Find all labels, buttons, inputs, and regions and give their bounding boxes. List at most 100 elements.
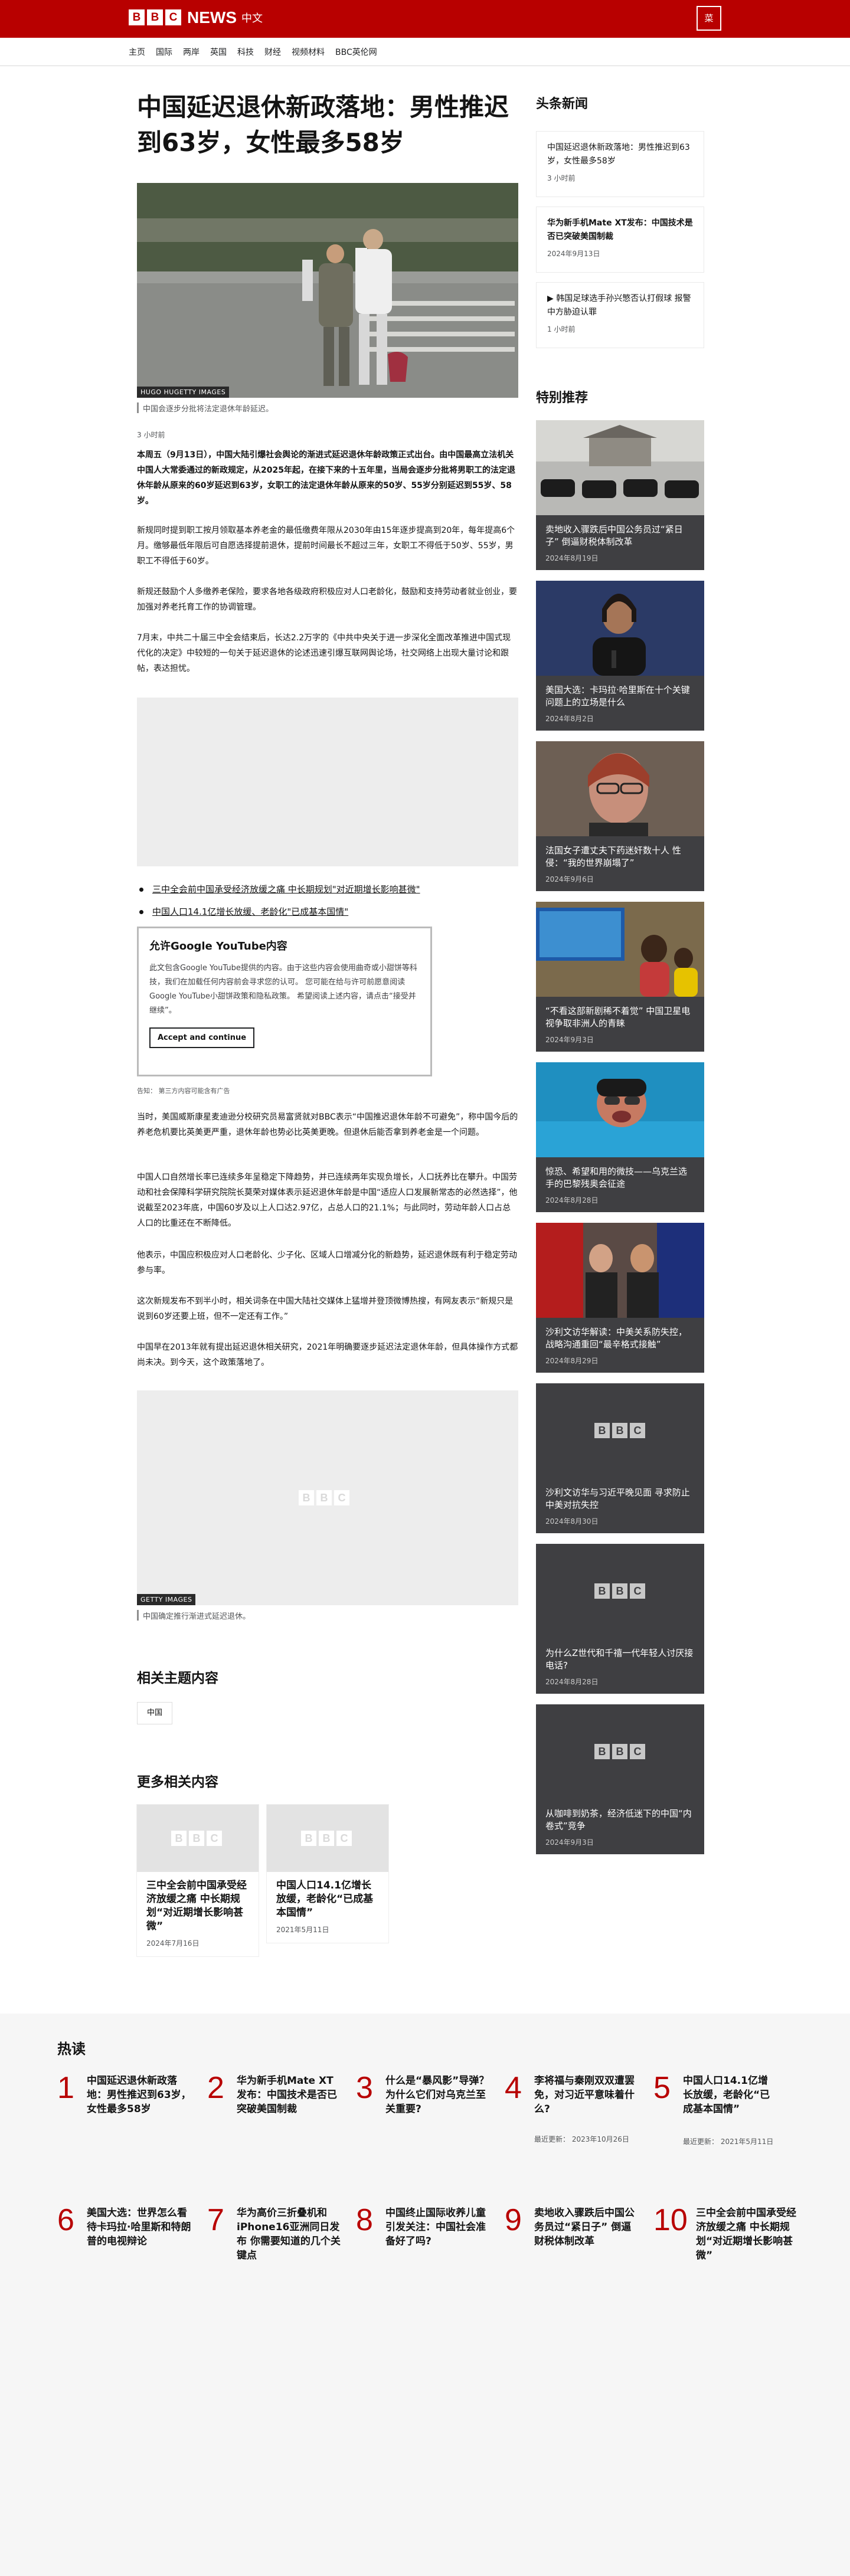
youtube-consent-title: 允许Google YouTube内容 [149,940,287,953]
article-paragraph: 这次新规发布不到半小时，相关词条在中国大陆社交媒体上猛增并登顶微博热搜，有网友表… [137,1297,514,1321]
rank-number: 8 [356,2203,373,2237]
nav-item-business[interactable]: 财经 [264,46,281,58]
feature-image [536,902,704,997]
feature-image [536,1062,704,1157]
most-read-title-text: 中国终止国际收养儿童引发关注：中国社会准备好了吗? [385,2207,486,2247]
article-paragraph: 中国人口自然增长率已连续多年呈稳定下降趋势，并已连续两年实现负增长，人口抚养比在… [137,1173,518,1228]
image-credit: HUGO HUGETTY IMAGES [137,387,230,398]
features-title: 特别推荐 [536,391,589,405]
feature-title: 沙利文访华与习近平晚见面 寻求防止中美对抗失控 [545,1487,690,1510]
bbc-news-logo[interactable]: B B C NEWS 中文 [129,9,263,26]
feature-date: 2024年9月6日 [545,875,594,883]
feature-image [536,741,704,836]
feature-image [536,420,704,515]
feature-title: “不看这部新剧稀不着觉” 中国卫星电视争取非洲人的青睐 [545,1006,691,1029]
feature-image: BBC [536,1704,704,1799]
feature-card[interactable]: 美国大选：卡玛拉·哈里斯在十个关键问题上的立场是什么 2024年8月2日 [536,581,704,731]
story-title: 华为新手机Mate XT发布：中国技术是否已突破美国制裁 [547,218,693,241]
article-image-2: BBC GETTY IMAGES [137,1390,518,1605]
card-date: 2024年7月16日 [146,1939,200,1947]
logo-letter: B [147,9,163,25]
rank-number: 2 [207,2071,224,2105]
article-paragraph: 7月末，中共二十届三中全会结束后，长达2.2万字的《中共中央关于进一步深化全面改… [137,633,511,673]
article-column: 中国延迟退休新政落地：男性推迟到63岁，女性最多58岁 HUGO HUGETTY… [137,66,518,2014]
feature-image: BBC [536,1383,704,1478]
feature-title: 卖地收入骤跌后中国公务员过“紧日子” 倒逼财税体制改革 [545,524,683,547]
logo-letter: B [129,9,145,25]
topic-tag[interactable]: 中国 [137,1702,173,1724]
article-headline: 中国延迟退休新政落地：男性推迟到63岁，女性最多58岁 [137,93,509,157]
article-paragraph: 中国早在2013年就有提出延迟退休相关研究，2021年明确要逐步延迟法定退休年龄… [137,1343,518,1367]
more-related-card[interactable]: BBC 三中全会前中国承受经济放缓之痛 中长期规划“对近期增长影响甚微” 202… [137,1805,259,1956]
feature-card[interactable]: BBC 沙利文访华与习近平晚见面 寻求防止中美对抗失控 2024年8月30日 [536,1383,704,1533]
feature-card[interactable]: 惊恐、希望和用的微技——乌克兰选手的巴黎残奥会征途 2024年8月28日 [536,1062,704,1212]
nav-item-world[interactable]: 国际 [156,46,172,58]
feature-title: 从咖啡到奶茶，经济低迷下的中国“内卷式”竞争 [545,1808,692,1831]
feature-title: 惊恐、希望和用的微技——乌克兰选手的巴黎残奥会征途 [545,1166,688,1189]
rank-number: 3 [356,2071,373,2105]
nav-item-uk[interactable]: 英国 [210,46,227,58]
top-stories-title: 头条新闻 [536,97,589,112]
image-caption: 中国确定推行渐进式延迟退休。 [143,1612,251,1621]
nav-item-tech[interactable]: 科技 [237,46,254,58]
most-read-title-text: 中国延迟退休新政落地：男性推迟到63岁，女性最多58岁 [87,2075,191,2115]
hero-caption: 中国会逐步分批将法定退休年龄延迟。 [143,405,274,414]
rank-number: 1 [57,2071,74,2105]
most-read-title-text: 什么是“暴风影”导弹？为什么它们对乌克兰至关重要? [385,2075,489,2115]
edition-label: 中文 [241,12,263,25]
feature-date: 2024年9月3日 [545,1838,594,1847]
menu-button[interactable]: 菜 [697,6,721,31]
top-story-card[interactable]: 中国延迟退休新政落地：男性推迟到63岁，女性最多58岁 3 小时前 [536,131,704,197]
feature-card[interactable]: BBC 为什么Z世代和千禧一代年轻人讨厌接电话? 2024年8月28日 [536,1544,704,1694]
feature-date: 2024年8月30日 [545,1517,599,1526]
feature-card[interactable]: BBC 从咖啡到奶茶，经济低迷下的中国“内卷式”竞争 2024年9月3日 [536,1704,704,1854]
most-read-title-text: 卖地收入骤跌后中国公务员过“紧日子” 倒逼财税体制改革 [534,2207,635,2247]
top-bar: B B C NEWS 中文 菜 [0,0,850,38]
card-title: 三中全会前中国承受经济放缓之痛 中长期规划“对近期增长影响甚微” [146,1880,247,1932]
nav-item-cross-strait[interactable]: 两岸 [183,46,200,58]
bbc-placeholder-icon: BBC [594,1423,645,1438]
card-thumbnail: BBC [267,1805,388,1872]
story-title: ▶ 韩国足球选手孙兴慜否认打假球 报警中方胁迫认罪 [547,294,691,317]
most-read-title-text: 华为高价三折叠机和iPhone16亚洲同日发布 你需要知道的几个关键点 [237,2207,341,2261]
video-placeholder[interactable] [137,698,518,866]
feature-date: 2024年8月29日 [545,1357,599,1365]
article-paragraph: 当时，美国威斯康星麦迪逊分校研究员易富贤就对BBC表示“中国推迟退休年龄不可避免… [137,1112,518,1137]
feature-card[interactable]: 法国女子遭丈夫下药迷奸数十人 性侵：“我的世界崩塌了” 2024年9月6日 [536,741,704,891]
image-credit: GETTY IMAGES [137,1594,196,1605]
hero-image: HUGO HUGETTY IMAGES [137,183,518,398]
feature-date: 2024年8月2日 [545,715,594,723]
card-title: 中国人口14.1亿增长放缓，老龄化“已成基本国情” [276,1880,374,1919]
more-related-card[interactable]: BBC 中国人口14.1亿增长放缓，老龄化“已成基本国情” 2021年5月11日 [267,1805,388,1943]
most-read-title-text: 李将福与秦刚双双遭罢免，对习近平意味着什么? [534,2075,635,2115]
youtube-consent-box: 允许Google YouTube内容 此文包含Google YouTube提供的… [137,927,432,1076]
story-date: 1 小时前 [547,325,576,333]
caption-bar [137,402,139,413]
nav-item-bbc-uk[interactable]: BBC英伦网 [335,46,377,58]
youtube-consent-text: 此文包含Google YouTube提供的内容。由于这些内容会使用曲奇或小甜饼等… [149,964,417,1015]
top-story-card[interactable]: 华为新手机Mate XT发布：中国技术是否已突破美国制裁 2024年9月13日 [536,207,704,273]
published-time: 3 小时前 [137,431,165,439]
rank-number: 4 [505,2071,522,2105]
accept-and-continue-button[interactable]: Accept and continue [149,1027,255,1048]
main-nav: 主页 国际 两岸 英国 科技 财经 视频材料 BBC英伦网 [0,38,850,66]
rank-number: 10 [653,2203,688,2237]
feature-date: 2024年8月28日 [545,1196,599,1204]
nav-item-home[interactable]: 主页 [129,46,145,58]
related-link[interactable]: 中国人口14.1亿增长放缓、老龄化"已成基本国情" [139,905,348,918]
feature-date: 2024年8月19日 [545,554,599,562]
feature-title: 为什么Z世代和千禧一代年轻人讨厌接电话? [545,1648,694,1671]
bbc-placeholder-icon: BBC [594,1583,645,1599]
related-link[interactable]: 三中全会前中国承受经济放缓之痛 中长期规划"对近期增长影响甚微" [139,883,420,895]
rank-number: 6 [57,2203,74,2237]
feature-card[interactable]: 沙利文访华解读：中美关系防失控，战略沟通重回“最辛格式接触” 2024年8月29… [536,1223,704,1373]
most-read-title: 热读 [57,2041,86,2057]
feature-title: 美国大选：卡玛拉·哈里斯在十个关键问题上的立场是什么 [545,685,690,708]
top-story-card[interactable]: ▶ 韩国足球选手孙兴慜否认打假球 报警中方胁迫认罪 1 小时前 [536,282,704,348]
feature-card[interactable]: 卖地收入骤跌后中国公务员过“紧日子” 倒逼财税体制改革 2024年8月19日 [536,420,704,570]
article-paragraph: 他表示，中国应积极应对人口老龄化、少子化、区域人口增减分化的新趋势，延迟退休既有… [137,1251,517,1275]
nav-item-video[interactable]: 视频材料 [292,46,325,58]
rank-number: 7 [207,2203,224,2237]
bbc-placeholder-icon: BBC [594,1744,645,1759]
feature-card[interactable]: “不看这部新剧稀不着觉” 中国卫星电视争取非洲人的青睐 2024年9月3日 [536,902,704,1052]
